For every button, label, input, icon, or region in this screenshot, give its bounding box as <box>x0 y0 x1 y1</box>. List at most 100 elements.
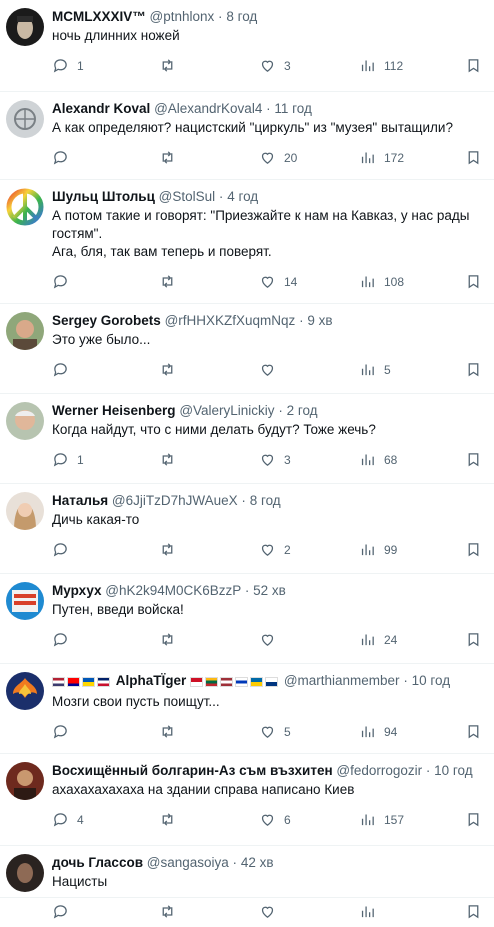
views-button[interactable]: 172 <box>359 149 404 166</box>
display-name[interactable]: MCMLXXXIV™ <box>52 9 146 24</box>
views-button[interactable]: 108 <box>359 273 404 290</box>
display-name[interactable]: дочь Глассов <box>52 855 143 870</box>
timestamp[interactable]: 4 год <box>227 189 258 204</box>
bookmark-button[interactable] <box>465 273 482 290</box>
like-button[interactable]: 3 <box>259 57 291 74</box>
reply-tweet[interactable]: Alexandr Koval @AlexandrKoval4 · 11 год … <box>0 92 494 180</box>
reply-tweet[interactable]: Наталья @6JjiTzD7hJWAueX · 8 год Дичь ка… <box>0 484 494 574</box>
reply-tweet[interactable]: Восхищённый болгарин-Аз съм възхитен @fe… <box>0 754 494 846</box>
reply-button[interactable] <box>52 903 77 920</box>
avatar[interactable] <box>6 188 44 226</box>
display-name[interactable]: Alexandr Koval <box>52 101 150 116</box>
reply-tweet[interactable]: Werner Heisenberg @ValeryLinickiy · 2 го… <box>0 394 494 484</box>
user-handle[interactable]: @fedorrogozir <box>336 763 422 778</box>
bookmark-button[interactable] <box>465 541 482 558</box>
retweet-button[interactable] <box>159 451 184 468</box>
reply-tweet[interactable]: Мурхух @hK2k94M0CK6BzzP · 52 хв Путен, в… <box>0 574 494 664</box>
reply-tweet[interactable]: Шульц Штольц @StolSul · 4 год А потом та… <box>0 180 494 304</box>
timestamp[interactable]: 9 хв <box>307 313 332 328</box>
avatar[interactable] <box>6 854 44 892</box>
timestamp[interactable]: 10 год <box>412 673 450 688</box>
timestamp[interactable]: 11 год <box>274 101 311 116</box>
like-button[interactable]: 6 <box>259 811 291 828</box>
reply-tweet[interactable]: AlphaTÏger @marthianmember · 10 год Мозг… <box>0 664 494 754</box>
like-button[interactable] <box>259 631 284 648</box>
bookmark-button[interactable] <box>465 811 482 828</box>
avatar[interactable] <box>6 402 44 440</box>
user-handle[interactable]: @ValeryLinickiy <box>179 403 274 418</box>
timestamp[interactable]: 8 год <box>226 9 257 24</box>
avatar[interactable] <box>6 762 44 800</box>
user-handle[interactable]: @AlexandrKoval4 <box>154 101 262 116</box>
display-name[interactable]: Восхищённый болгарин-Аз съм възхитен <box>52 763 333 778</box>
bookmark-button[interactable] <box>465 723 482 740</box>
like-button[interactable]: 3 <box>259 451 291 468</box>
retweet-button[interactable] <box>159 811 184 828</box>
avatar[interactable] <box>6 312 44 350</box>
reply-tweet[interactable]: дочь Глассов @sangasoiya · 42 хв Нацисты <box>0 846 494 919</box>
timestamp[interactable]: 8 год <box>250 493 281 508</box>
avatar[interactable] <box>6 8 44 46</box>
user-handle[interactable]: @6JjiTzD7hJWAueX <box>112 493 238 508</box>
reply-button[interactable] <box>52 541 77 558</box>
views-button[interactable]: 94 <box>359 723 397 740</box>
user-handle[interactable]: @sangasoiya <box>147 855 229 870</box>
display-name[interactable]: Sergey Gorobets <box>52 313 161 328</box>
views-button[interactable]: 157 <box>359 811 404 828</box>
display-name[interactable]: Наталья <box>52 493 108 508</box>
bookmark-button[interactable] <box>465 57 482 74</box>
display-name[interactable]: Werner Heisenberg <box>52 403 176 418</box>
reply-tweet[interactable]: Sergey Gorobets @rfHHXKZfXuqmNqz · 9 хв … <box>0 304 494 394</box>
retweet-button[interactable] <box>159 903 184 920</box>
reply-button[interactable]: 1 <box>52 451 84 468</box>
retweet-button[interactable] <box>159 273 184 290</box>
views-button[interactable]: 99 <box>359 541 397 558</box>
timestamp[interactable]: 42 хв <box>241 855 274 870</box>
display-name[interactable]: Шульц Штольц <box>52 189 155 204</box>
bookmark-button[interactable] <box>465 451 482 468</box>
views-button[interactable]: 24 <box>359 631 397 648</box>
reply-button[interactable] <box>52 149 77 166</box>
bookmark-button[interactable] <box>465 149 482 166</box>
reply-button[interactable] <box>52 361 77 378</box>
reply-button[interactable] <box>52 631 77 648</box>
like-button[interactable]: 5 <box>259 723 291 740</box>
avatar[interactable] <box>6 672 44 710</box>
bookmark-button[interactable] <box>465 903 482 920</box>
reply-button[interactable]: 4 <box>52 811 84 828</box>
display-name[interactable]: AlphaTÏger <box>116 673 187 688</box>
retweet-button[interactable] <box>159 541 184 558</box>
views-button[interactable] <box>359 903 384 920</box>
user-handle[interactable]: @rfHHXKZfXuqmNqz <box>165 313 296 328</box>
views-button[interactable]: 112 <box>359 57 403 74</box>
avatar[interactable] <box>6 582 44 620</box>
retweet-button[interactable] <box>159 361 184 378</box>
user-handle[interactable]: @ptnhlonx <box>150 9 215 24</box>
user-handle[interactable]: @marthianmember <box>284 673 400 688</box>
timestamp[interactable]: 2 год <box>287 403 318 418</box>
reply-button[interactable] <box>52 273 77 290</box>
avatar[interactable] <box>6 100 44 138</box>
avatar[interactable] <box>6 492 44 530</box>
like-button[interactable]: 20 <box>259 149 297 166</box>
bookmark-button[interactable] <box>465 631 482 648</box>
user-handle[interactable]: @hK2k94M0CK6BzzP <box>105 583 241 598</box>
retweet-button[interactable] <box>159 723 184 740</box>
like-button[interactable] <box>259 361 284 378</box>
user-handle[interactable]: @StolSul <box>159 189 215 204</box>
timestamp[interactable]: 10 год <box>434 763 472 778</box>
display-name[interactable]: Мурхух <box>52 583 102 598</box>
bookmark-button[interactable] <box>465 361 482 378</box>
retweet-button[interactable] <box>159 631 184 648</box>
like-button[interactable]: 2 <box>259 541 291 558</box>
retweet-button[interactable] <box>159 57 184 74</box>
reply-button[interactable]: 1 <box>52 57 84 74</box>
views-button[interactable]: 68 <box>359 451 397 468</box>
reply-button[interactable] <box>52 723 77 740</box>
reply-tweet[interactable]: MCMLXXXIV™ @ptnhlonx · 8 год ночь длинни… <box>0 0 494 92</box>
like-button[interactable] <box>259 903 284 920</box>
views-button[interactable]: 5 <box>359 361 391 378</box>
retweet-button[interactable] <box>159 149 184 166</box>
like-button[interactable]: 14 <box>259 273 297 290</box>
timestamp[interactable]: 52 хв <box>253 583 286 598</box>
